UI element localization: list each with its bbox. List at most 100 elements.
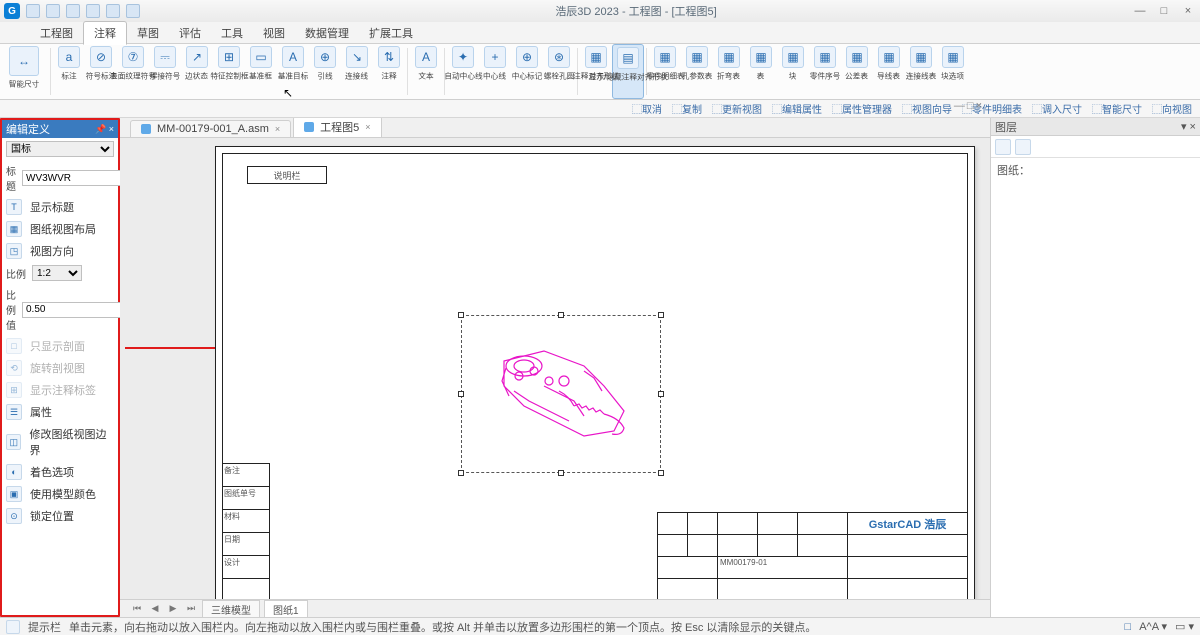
drawing-sheet[interactable]: 说明栏 <box>215 146 975 610</box>
panel-item-属性[interactable]: ☰属性 <box>2 401 118 423</box>
ribbon-基准目标[interactable]: A基准目标 <box>277 44 309 99</box>
ribbon-零件序号[interactable]: ▦零件序号 <box>809 44 841 99</box>
ribbon-智能尺寸[interactable]: ↔智能尺寸 <box>0 44 48 99</box>
qat-save-icon[interactable] <box>26 4 40 18</box>
scale-dropdown[interactable]: 1:2 <box>32 265 82 281</box>
ribbon-注释[interactable]: ⇅注释 <box>373 44 405 99</box>
resize-handle-bm[interactable] <box>558 470 564 476</box>
tab-nav-first[interactable]: ⏮ <box>130 603 144 614</box>
subbar-cmd-8[interactable]: ⬚智能尺寸 <box>1092 101 1142 116</box>
ribbon-中心标记[interactable]: ⊕中心标记 <box>511 44 543 99</box>
model-view-isometric[interactable] <box>474 336 654 466</box>
subbar-cmd-3[interactable]: ⬚编辑属性 <box>772 101 822 116</box>
subbar-cmd-9[interactable]: ⬚向视图 <box>1152 101 1192 116</box>
resize-handle-mr[interactable] <box>658 391 664 397</box>
panel-item-着色选项[interactable]: ◐着色选项 <box>2 461 118 483</box>
status-icon[interactable] <box>6 620 20 634</box>
subbar-cmd-4[interactable]: ⬚属性管理器 <box>832 101 892 116</box>
qat-open-icon[interactable] <box>106 4 120 18</box>
view-selection-box[interactable] <box>461 315 661 473</box>
panel-item-锁定位置[interactable]: ⊙锁定位置 <box>2 505 118 527</box>
ribbon-焊接符号[interactable]: ⎓焊接符号 <box>149 44 181 99</box>
panel-item-视图方向[interactable]: ◳视图方向 <box>2 240 118 262</box>
resize-handle-bl[interactable] <box>458 470 464 476</box>
status-mode-3[interactable]: ▭ ▾ <box>1175 620 1194 633</box>
ribbon-边状态[interactable]: ↗边状态 <box>181 44 213 99</box>
minimize-button[interactable]: — <box>1132 5 1148 17</box>
ribbon-连接线表[interactable]: ▦连接线表 <box>905 44 937 99</box>
pin-icon[interactable]: 📌 × <box>95 124 114 135</box>
tab-nav-last[interactable]: ⏭ <box>184 603 198 614</box>
status-mode-2[interactable]: A^A ▾ <box>1139 620 1167 633</box>
layers-panel-close-icon[interactable]: ▾ × <box>1181 120 1196 133</box>
doc-min-button[interactable]: — <box>954 100 965 112</box>
menu-tab-4[interactable]: 工具 <box>211 22 253 44</box>
tab-nav-prev[interactable]: ◀ <box>148 603 162 614</box>
ribbon-引线[interactable]: ⊕引线 <box>309 44 341 99</box>
layers-tool-1-icon[interactable] <box>995 139 1011 155</box>
menu-tab-1[interactable]: 注释 <box>83 21 127 45</box>
panel-item-使用模型颜色[interactable]: ▣使用模型颜色 <box>2 483 118 505</box>
maximize-button[interactable]: □ <box>1156 5 1172 17</box>
status-mode-1[interactable]: □ <box>1125 621 1132 633</box>
menu-tab-5[interactable]: 视图 <box>253 22 295 44</box>
sheet-tab-0[interactable]: 三维模型 <box>202 600 260 618</box>
revision-cell: 材料 <box>222 510 269 533</box>
layers-tool-2-icon[interactable] <box>1015 139 1031 155</box>
ribbon-中心线[interactable]: +中心线 <box>479 44 511 99</box>
ribbon-标注[interactable]: a标注 <box>53 44 85 99</box>
resize-handle-tl[interactable] <box>458 312 464 318</box>
ribbon-特征控制框[interactable]: ⊞特征控制框 <box>213 44 245 99</box>
doc-close-button[interactable]: × <box>976 100 982 112</box>
doc-window-controls: — □ × <box>954 100 982 112</box>
ribbon-公差表[interactable]: ▦公差表 <box>841 44 873 99</box>
ribbon-基准框[interactable]: ▭基准框 <box>245 44 277 99</box>
ribbon-块选项[interactable]: ▦块选项 <box>937 44 969 99</box>
ribbon-文本[interactable]: A文本 <box>410 44 442 99</box>
ribbon-块[interactable]: ▦块 <box>777 44 809 99</box>
layers-root-node[interactable]: 图纸： <box>997 165 1030 177</box>
panel-item-图纸视图布局[interactable]: ▦图纸视图布局 <box>2 218 118 240</box>
ribbon-孔参数表[interactable]: ▦孔参数表 <box>681 44 713 99</box>
panel-item-修改图纸视图边界[interactable]: ◫修改图纸视图边界 <box>2 423 118 461</box>
menu-tab-2[interactable]: 草图 <box>127 22 169 44</box>
ribbon-label: 注释 <box>381 70 396 81</box>
sheet-tab-1[interactable]: 图纸1 <box>264 600 308 618</box>
subbar-cmd-7[interactable]: ⬚调入尺寸 <box>1032 101 1082 116</box>
subbar-cmd-1[interactable]: ⬚复制 <box>672 101 702 116</box>
ribbon-连接线[interactable]: ↘连接线 <box>341 44 373 99</box>
subbar-cmd-5[interactable]: ⬚视图向导 <box>902 101 952 116</box>
panel-item-显示标题[interactable]: T显示标题 <box>2 196 118 218</box>
ribbon-零件明细表[interactable]: ▦零件明细表 <box>649 44 681 99</box>
menu-tab-6[interactable]: 数据管理 <box>295 22 359 44</box>
resize-handle-tm[interactable] <box>558 312 564 318</box>
doc-max-button[interactable]: □ <box>967 100 974 112</box>
layers-tree[interactable]: 图纸： <box>991 158 1200 617</box>
subbar-cmd-0[interactable]: ⬚取消 <box>632 101 662 116</box>
standard-dropdown[interactable]: 国标 <box>6 141 114 157</box>
menu-tab-3[interactable]: 评估 <box>169 22 211 44</box>
resize-handle-ml[interactable] <box>458 391 464 397</box>
qat-more-icon[interactable] <box>126 4 140 18</box>
menu-tab-0[interactable]: 工程图 <box>30 22 83 44</box>
doc-tab-close-icon[interactable]: × <box>275 124 280 134</box>
subbar-cmd-2[interactable]: ⬚更新视图 <box>712 101 762 116</box>
ribbon-自动中心线[interactable]: ✦自动中心线 <box>447 44 479 99</box>
ribbon-螺栓孔圆[interactable]: ⊛螺栓孔圆 <box>543 44 575 99</box>
ribbon-表[interactable]: ▦表 <box>745 44 777 99</box>
tab-nav-next[interactable]: ▶ <box>166 603 180 614</box>
close-button[interactable]: × <box>1180 5 1196 17</box>
resize-handle-br[interactable] <box>658 470 664 476</box>
doc-tab-close-icon[interactable]: × <box>365 122 370 132</box>
doc-tab-1[interactable]: 工程图5× <box>293 118 381 137</box>
qat-undo-icon[interactable] <box>46 4 60 18</box>
ribbon-表面纹理符号[interactable]: ⑦表面纹理符号 <box>117 44 149 99</box>
ribbon-显示/隐藏注释对齐形状[interactable]: ▤显示/隐藏注释对齐形状 <box>612 44 644 99</box>
ribbon-折弯表[interactable]: ▦折弯表 <box>713 44 745 99</box>
menu-tab-7[interactable]: 扩展工具 <box>359 22 423 44</box>
resize-handle-tr[interactable] <box>658 312 664 318</box>
ribbon-导线表[interactable]: ▦导线表 <box>873 44 905 99</box>
doc-tab-0[interactable]: MM-00179-001_A.asm× <box>130 120 291 137</box>
qat-redo-icon[interactable] <box>66 4 80 18</box>
qat-print-icon[interactable] <box>86 4 100 18</box>
